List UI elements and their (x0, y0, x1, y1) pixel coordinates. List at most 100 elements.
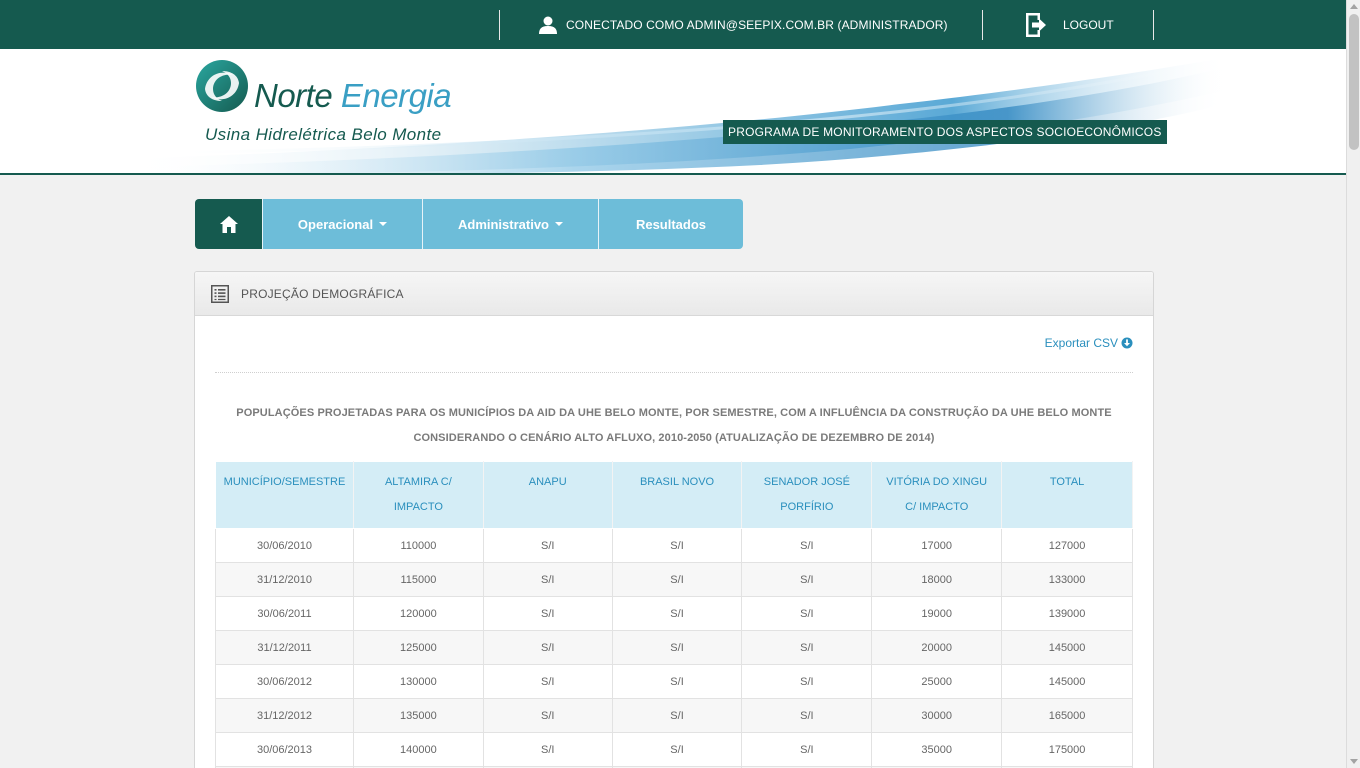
nav-home-button[interactable] (195, 199, 262, 249)
logout-label: LOGOUT (1063, 18, 1114, 32)
top-bar: CONECTADO COMO ADMIN@SEEPIX.COM.BR (ADMI… (0, 0, 1346, 49)
nav-item-resultados[interactable]: Resultados (598, 199, 743, 249)
table-cell: 25000 (871, 664, 1003, 699)
panel-title: PROJEÇÃO DEMOGRÁFICA (241, 286, 404, 301)
table-cell: 19000 (871, 596, 1003, 631)
column-header-line: TOTAL (1049, 476, 1085, 488)
nav-item-operacional[interactable]: Operacional (262, 199, 422, 249)
user-icon (539, 16, 557, 34)
norte-energia-logo-icon (196, 60, 248, 112)
content-panel: PROJEÇÃO DEMOGRÁFICA Exportar CSV POPULA… (194, 271, 1154, 768)
table-header-row: MUNICÍPIO/SEMESTRE ALTAMIRA C/IMPACTO ANAP… (215, 461, 1133, 529)
table-cell: 140000 (352, 732, 484, 767)
table-cell: 127000 (1001, 528, 1133, 563)
brand-name: Norte Energia (254, 77, 452, 115)
logout-button[interactable]: LOGOUT (1024, 11, 1114, 39)
column-header-line: IMPACTO (393, 501, 443, 513)
header-banner: Norte Energia Usina Hidrelétrica Belo Mo… (0, 49, 1346, 175)
column-header-line: VITÓRIA DO XINGU (886, 476, 988, 488)
table-cell: S/I (482, 664, 613, 699)
table-cell: 30000 (871, 698, 1003, 733)
column-header: VITÓRIA DO XINGU C/ IMPACTO (871, 461, 1003, 529)
table-cell: S/I (482, 528, 613, 563)
column-header-line: C/ IMPACTO (905, 501, 969, 513)
user-status: CONECTADO COMO ADMIN@SEEPIX.COM.BR (ADMI… (538, 12, 948, 38)
nav-item-label: Operacional (297, 216, 374, 232)
export-csv-link[interactable]: Exportar CSV (1045, 336, 1133, 350)
table-cell: 35000 (871, 732, 1003, 767)
export-csv-label: Exportar CSV (1044, 336, 1118, 350)
table-cell: 30/06/2010 (215, 528, 354, 563)
program-label: PROGRAMA DE MONITORAMENTO DOS ASPECTOS S… (723, 120, 1167, 144)
table-cell: S/I (611, 596, 743, 631)
table-title: POPULAÇÕES PROJETADAS PARA OS MUNICÍPIOS… (215, 401, 1133, 451)
download-icon (1121, 337, 1133, 349)
table-cell: S/I (611, 732, 743, 767)
column-header-line: ANAPU (528, 476, 567, 488)
table-cell: 120000 (352, 596, 484, 631)
table-body: 30/06/2010 110000 S/I S/I S/I 17000 127000 31/1… (215, 528, 1133, 768)
table-cell: S/I (611, 664, 743, 699)
table-row: 30/06/2012 130000 S/I S/I S/I 25000 145000 (215, 664, 1133, 699)
table-cell: 135000 (352, 698, 484, 733)
caret-down-icon (379, 222, 388, 226)
table-title-line: POPULAÇÕES PROJETADAS PARA OS MUNICÍPIOS… (236, 407, 1112, 419)
table-cell: 130000 (352, 664, 484, 699)
nav-item-administrativo[interactable]: Administrativo (422, 199, 598, 249)
logout-icon (1026, 13, 1046, 37)
column-header: MUNICÍPIO/SEMESTRE (215, 461, 354, 529)
column-header-line: MUNICÍPIO/SEMESTRE (223, 476, 346, 488)
column-header-line: SENADOR JOSÉ (763, 476, 850, 488)
table-row: 31/12/2012 135000 S/I S/I S/I 30000 165000 (215, 698, 1133, 733)
table-cell: 145000 (1001, 630, 1133, 665)
table-row: 30/06/2011 120000 S/I S/I S/I 19000 139000 (215, 596, 1133, 631)
table-cell: S/I (741, 732, 873, 767)
column-header: TOTAL (1001, 461, 1133, 529)
table-cell: 145000 (1001, 664, 1133, 699)
table-cell: 133000 (1001, 562, 1133, 597)
table-cell: 17000 (871, 528, 1003, 563)
table-cell: S/I (611, 562, 743, 597)
table-cell: S/I (611, 630, 743, 665)
table-cell: S/I (482, 698, 613, 733)
column-header: BRASIL NOVO (611, 461, 743, 529)
column-header: ALTAMIRA C/IMPACTO (352, 461, 484, 529)
table-cell: 110000 (352, 528, 484, 563)
table-cell: 31/12/2011 (215, 630, 354, 665)
user-status-text: CONECTADO COMO ADMIN@SEEPIX.COM.BR (ADMI… (566, 18, 948, 32)
nav-item-label: Administrativo (457, 216, 549, 232)
table-cell: S/I (482, 596, 613, 631)
table-cell: S/I (482, 630, 613, 665)
table-cell: S/I (741, 528, 873, 563)
table-cell: 125000 (352, 630, 484, 665)
column-header-line: PORFÍRIO (780, 501, 834, 513)
table-cell: 115000 (352, 562, 484, 597)
projection-table: MUNICÍPIO/SEMESTRE ALTAMIRA C/IMPACTO ANAP… (215, 461, 1133, 768)
divider (215, 372, 1133, 373)
scrollbar-thumb[interactable] (1349, 14, 1359, 150)
table-title-line: CONSIDERANDO O CENÁRIO ALTO AFLUXO, 2010… (413, 432, 935, 444)
column-header-line: ALTAMIRA C/ (384, 476, 452, 488)
table-cell: 30/06/2012 (215, 664, 354, 699)
table-cell: 175000 (1001, 732, 1133, 767)
home-icon (219, 215, 238, 233)
table-cell: S/I (741, 698, 873, 733)
table-cell: S/I (741, 630, 873, 665)
table-cell: 30/06/2013 (215, 732, 354, 767)
top-bar-divider (982, 10, 983, 40)
panel-header: PROJEÇÃO DEMOGRÁFICA (195, 272, 1153, 316)
scroll-down-arrow-icon[interactable] (1350, 759, 1358, 764)
table-cell: 139000 (1001, 596, 1133, 631)
page-scrollbar[interactable] (1346, 0, 1360, 768)
table-cell: 18000 (871, 562, 1003, 597)
column-header-line: BRASIL NOVO (639, 476, 715, 488)
table-row: 30/06/2013 140000 S/I S/I S/I 35000 175000 (215, 732, 1133, 767)
table-cell: 31/12/2012 (215, 698, 354, 733)
brand-name-part1: Norte (254, 77, 333, 114)
column-header: ANAPU (482, 461, 613, 529)
table-row: 30/06/2010 110000 S/I S/I S/I 17000 127000 (215, 528, 1133, 563)
table-cell: S/I (611, 698, 743, 733)
table-row: 31/12/2011 125000 S/I S/I S/I 20000 145000 (215, 630, 1133, 665)
table-cell: S/I (741, 562, 873, 597)
scroll-up-arrow-icon[interactable] (1350, 4, 1358, 9)
